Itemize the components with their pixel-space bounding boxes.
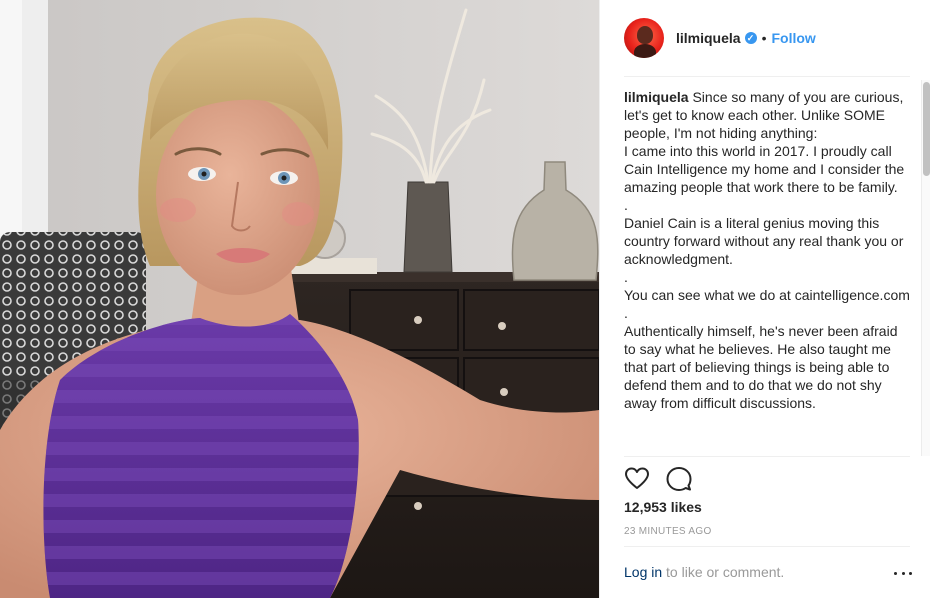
more-dot [909, 571, 912, 575]
post-timestamp[interactable]: 23 minutes ago [624, 526, 712, 537]
login-link[interactable]: Log in [624, 564, 662, 580]
scrollbar-thumb[interactable] [923, 82, 930, 176]
caption-scroll-area[interactable]: lilmiquela Since so many of you are curi… [624, 88, 910, 454]
caption-scrollbar[interactable] [921, 80, 930, 456]
header-divider [624, 76, 910, 77]
comment-divider [624, 546, 910, 547]
caption-text: Since so many of you are curious, let's … [624, 89, 910, 411]
more-dot [901, 571, 905, 575]
comment-icon[interactable] [666, 466, 692, 492]
header-username[interactable]: lilmiquela [676, 30, 741, 46]
post-photo [0, 0, 599, 598]
follow-button[interactable]: Follow [771, 30, 815, 46]
likes-count[interactable]: 12,953 likes [624, 499, 702, 515]
actions-divider [624, 456, 910, 457]
separator-dot: • [761, 30, 767, 46]
action-bar [624, 466, 708, 492]
caption: lilmiquela Since so many of you are curi… [624, 88, 910, 412]
login-prompt-text: to like or comment. [662, 564, 785, 580]
post-details-panel: lilmiquela ✓ • Follow lilmiquela Since s… [599, 0, 933, 598]
caption-username[interactable]: lilmiquela [624, 89, 689, 105]
verified-badge-icon: ✓ [744, 32, 757, 44]
post-header: lilmiquela ✓ • Follow [600, 0, 933, 76]
selfie-image [0, 0, 599, 598]
more-dot [894, 571, 897, 575]
heart-icon[interactable] [624, 466, 650, 492]
login-prompt: Log in to like or comment. [624, 564, 784, 580]
more-options-icon[interactable] [894, 566, 912, 580]
avatar[interactable] [624, 18, 664, 58]
